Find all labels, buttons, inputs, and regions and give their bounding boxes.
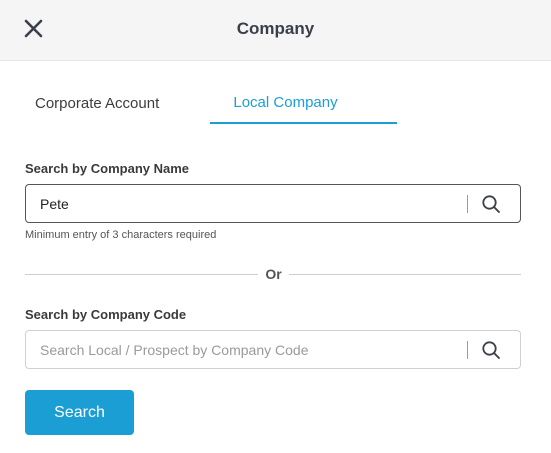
or-separator: Or [25,265,521,283]
tab-label: Local Company [233,94,338,111]
company-name-label: Search by Company Name [25,161,190,176]
company-name-input[interactable] [40,185,460,222]
minimum-entry-hint: Minimum entry of 3 characters required [25,229,217,241]
tab-bar: Corporate Account Local Company [25,80,521,124]
tab-label: Corporate Account [35,95,160,112]
dialog-header: Company [0,0,551,61]
search-button[interactable]: Search [25,390,134,435]
company-name-field [25,184,521,223]
company-code-field [25,330,521,369]
company-code-label: Search by Company Code [25,307,187,322]
page-title: Company [236,19,315,38]
search-icon[interactable] [481,340,501,360]
tab-local-company[interactable]: Local Company [210,80,397,124]
search-icon[interactable] [481,194,501,214]
field-divider [467,341,468,359]
field-divider [467,195,468,213]
tab-corporate-account[interactable]: Corporate Account [35,80,195,124]
or-label: Or [265,266,282,282]
divider [289,274,521,275]
divider [25,274,258,275]
company-code-input[interactable] [40,331,460,368]
